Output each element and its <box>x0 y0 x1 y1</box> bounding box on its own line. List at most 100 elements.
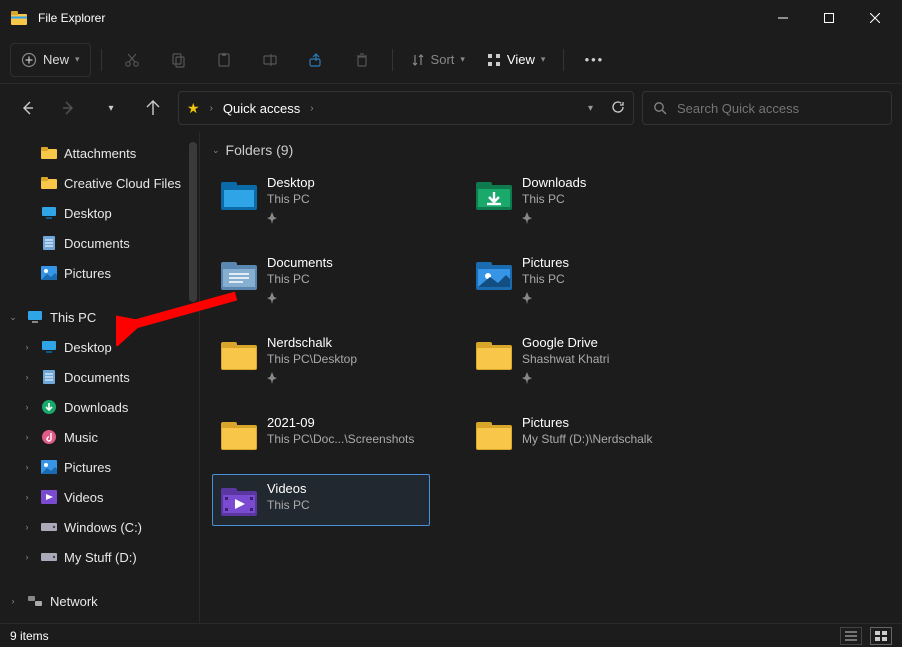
folder-big-icon <box>221 417 257 453</box>
sidebar-item-network[interactable]: › Network <box>0 586 199 616</box>
folder-meta: 2021-09 This PC\Doc...\Screenshots <box>267 415 414 446</box>
folder-name: Pictures <box>522 255 569 270</box>
search-box[interactable] <box>642 91 892 125</box>
sidebar-item[interactable]: › Documents <box>0 362 199 392</box>
sidebar-item[interactable]: ›My Stuff (D:) <box>0 542 199 572</box>
sidebar-item[interactable]: Attachments <box>0 138 199 168</box>
sidebar-label: Attachments <box>64 146 136 161</box>
breadcrumb-dropdown[interactable]: ▾ <box>588 103 593 114</box>
minimize-button[interactable] <box>760 2 806 34</box>
recent-button[interactable]: ▾ <box>94 91 128 125</box>
desktop-blue-icon <box>40 338 58 356</box>
sidebar-label: Pictures <box>64 266 111 281</box>
chevron-right-icon: › <box>20 372 34 382</box>
sidebar-item[interactable]: › Pictures <box>0 452 199 482</box>
delete-button[interactable] <box>342 43 382 77</box>
chevron-right-icon: › <box>310 103 313 114</box>
section-title: Folders (9) <box>226 142 294 158</box>
folder-tile[interactable]: Pictures This PC <box>467 248 685 314</box>
desktop-blue-icon <box>40 204 58 222</box>
folder-tile[interactable]: Nerdschalk This PC\Desktop <box>212 328 430 394</box>
share-button[interactable] <box>296 43 336 77</box>
desktop-big-icon <box>221 177 257 213</box>
folder-tile[interactable]: Downloads This PC <box>467 168 685 234</box>
up-button[interactable] <box>136 91 170 125</box>
cut-icon <box>124 52 140 68</box>
folder-big-icon <box>221 337 257 373</box>
pin-icon <box>522 372 609 387</box>
sort-label: Sort <box>431 52 455 67</box>
grid-icon <box>874 630 888 642</box>
sidebar-label: Videos <box>64 490 104 505</box>
sidebar-scrollbar[interactable] <box>185 132 199 623</box>
trash-icon <box>354 52 370 68</box>
view-button[interactable]: View ▾ <box>479 43 553 77</box>
cut-button[interactable] <box>112 43 152 77</box>
folder-tile[interactable]: Documents This PC <box>212 248 430 314</box>
sidebar-label: Documents <box>64 370 130 385</box>
pin-icon <box>267 212 315 227</box>
sidebar-item[interactable]: Desktop <box>0 198 199 228</box>
folder-tile[interactable]: Videos This PC <box>212 474 430 526</box>
forward-button[interactable] <box>52 91 86 125</box>
folder-name: Google Drive <box>522 335 609 350</box>
star-icon: ★ <box>187 100 200 117</box>
folder-name: Nerdschalk <box>267 335 357 350</box>
folder-name: 2021-09 <box>267 415 414 430</box>
thumbnails-view-button[interactable] <box>870 627 892 645</box>
folder-yellow-icon <box>40 174 58 192</box>
sidebar-item[interactable]: Pictures <box>0 258 199 288</box>
folder-location: This PC\Doc...\Screenshots <box>267 432 414 446</box>
drive-icon <box>40 518 58 536</box>
search-icon <box>653 101 667 115</box>
separator <box>392 49 393 71</box>
folder-tile[interactable]: Pictures My Stuff (D:)\Nerdschalk <box>467 408 685 460</box>
folder-big-icon <box>476 417 512 453</box>
sidebar-item[interactable]: ›Windows (C:) <box>0 512 199 542</box>
folder-location: My Stuff (D:)\Nerdschalk <box>522 432 652 446</box>
paste-icon <box>216 52 232 68</box>
sidebar-label: Downloads <box>64 400 128 415</box>
details-view-button[interactable] <box>840 627 862 645</box>
sidebar-item-this-pc[interactable]: ⌄ This PC <box>0 302 199 332</box>
folder-tile[interactable]: Google Drive Shashwat Khatri <box>467 328 685 394</box>
sidebar-item[interactable]: ›Music <box>0 422 199 452</box>
maximize-button[interactable] <box>806 2 852 34</box>
folder-meta: Documents This PC <box>267 255 333 307</box>
paste-button[interactable] <box>204 43 244 77</box>
list-icon <box>844 630 858 642</box>
section-header[interactable]: ⌄ Folders (9) <box>212 142 890 158</box>
breadcrumb[interactable]: ★ › Quick access › ▾ <box>178 91 634 125</box>
sidebar-item[interactable]: ›Videos <box>0 482 199 512</box>
sidebar-label: Documents <box>64 236 130 251</box>
breadcrumb-item[interactable]: Quick access <box>223 101 300 116</box>
refresh-button[interactable] <box>611 100 625 117</box>
sidebar-label: Pictures <box>64 460 111 475</box>
chevron-down-icon: ⌄ <box>212 145 220 156</box>
sidebar-item[interactable]: Documents <box>0 228 199 258</box>
new-button[interactable]: New ▾ <box>10 43 91 77</box>
folder-location: This PC\Desktop <box>267 352 357 366</box>
plus-circle-icon <box>21 52 37 68</box>
status-text: 9 items <box>10 629 49 643</box>
sidebar-label: My Stuff (D:) <box>64 550 137 565</box>
pictures-big-icon <box>476 257 512 293</box>
more-button[interactable]: ••• <box>574 43 614 77</box>
sort-button[interactable]: Sort ▾ <box>403 43 473 77</box>
copy-button[interactable] <box>158 43 198 77</box>
chevron-right-icon: › <box>20 462 34 472</box>
folder-name: Videos <box>267 481 310 496</box>
documents-blue-icon <box>40 234 58 252</box>
rename-button[interactable] <box>250 43 290 77</box>
sidebar-item[interactable]: ›Downloads <box>0 392 199 422</box>
back-button[interactable] <box>10 91 44 125</box>
sidebar-item[interactable]: Creative Cloud Files <box>0 168 199 198</box>
content-area: ⌄ Folders (9) Desktop This PC Downloads … <box>200 132 902 623</box>
sidebar-item[interactable]: ›Desktop <box>0 332 199 362</box>
folder-tile[interactable]: 2021-09 This PC\Doc...\Screenshots <box>212 408 430 460</box>
sidebar-label: This PC <box>50 310 96 325</box>
folder-tile[interactable]: Desktop This PC <box>212 168 430 234</box>
more-icon: ••• <box>585 52 605 67</box>
close-button[interactable] <box>852 2 898 34</box>
search-input[interactable] <box>677 101 881 116</box>
